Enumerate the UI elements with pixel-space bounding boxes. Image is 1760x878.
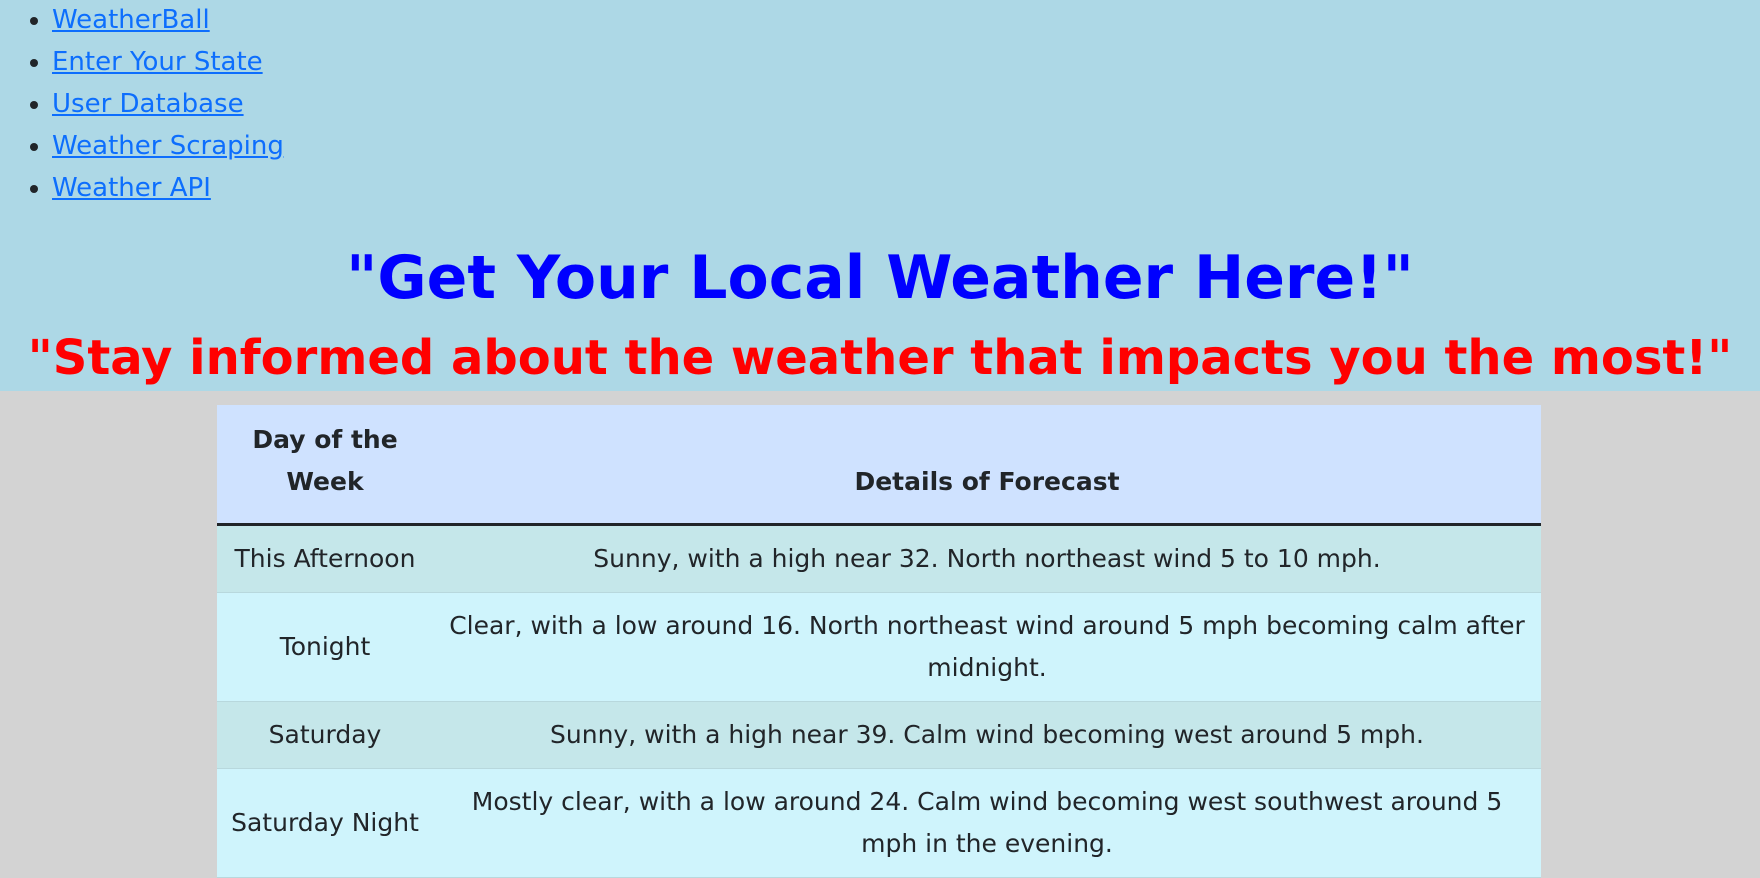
nav-link-enter-state[interactable]: Enter Your State [52,47,263,77]
day-cell: Saturday [217,701,433,769]
nav-item-weather-scraping: Weather Scraping [52,128,284,170]
table-header-row: Day of the Week Details of Forecast [217,405,1541,526]
day-cell: This Afternoon [217,524,433,593]
header-day-of-week: Day of the Week [217,405,433,526]
header-banner: WeatherBall Enter Your State User Databa… [0,0,1760,391]
details-cell: Mostly clear, with a low around 24. Calm… [433,768,1541,878]
nav-list: WeatherBall Enter Your State User Databa… [0,2,284,212]
page-subtitle: "Stay informed about the weather that im… [27,330,1733,386]
nav-item-enter-state: Enter Your State [52,44,284,86]
header-details-of-forecast: Details of Forecast [433,405,1541,526]
nav-item-user-database: User Database [52,86,284,128]
day-cell: Saturday Night [217,768,433,878]
nav-link-weather-scraping[interactable]: Weather Scraping [52,131,284,161]
day-cell: Tonight [217,592,433,702]
details-cell: Sunny, with a high near 39. Calm wind be… [433,701,1541,769]
nav-item-weatherball: WeatherBall [52,2,284,44]
page-title: "Get Your Local Weather Here!" [346,243,1414,313]
nav-link-weatherball[interactable]: WeatherBall [52,5,210,35]
nav-link-user-database[interactable]: User Database [52,89,244,119]
details-cell: Clear, with a low around 16. North north… [433,592,1541,702]
details-cell: Sunny, with a high near 32. North northe… [433,524,1541,593]
nav-link-weather-api[interactable]: Weather API [52,173,211,203]
forecast-table-container: Day of the Week Details of Forecast This… [217,405,1541,878]
table-row: Tonight Clear, with a low around 16. Nor… [217,592,1541,702]
forecast-table: Day of the Week Details of Forecast This… [217,405,1541,878]
table-row: Saturday Sunny, with a high near 39. Cal… [217,701,1541,769]
nav-item-weather-api: Weather API [52,170,284,212]
table-row: This Afternoon Sunny, with a high near 3… [217,524,1541,593]
table-row: Saturday Night Mostly clear, with a low … [217,768,1541,878]
